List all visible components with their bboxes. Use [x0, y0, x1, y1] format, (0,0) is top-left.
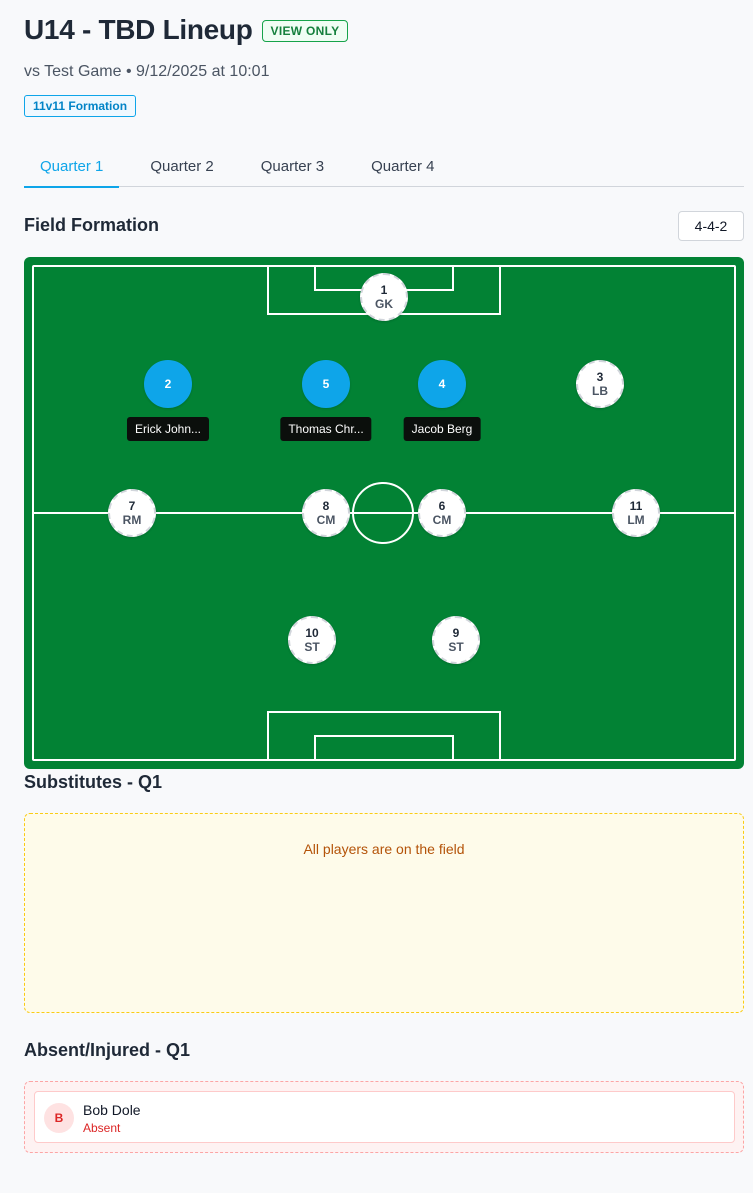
center-circle — [352, 482, 414, 544]
tab-quarter-3[interactable]: Quarter 3 — [245, 148, 340, 187]
absent-player-status: Absent — [83, 1121, 121, 1135]
player-name-tag: Thomas Chr... — [280, 417, 372, 441]
position-lm[interactable]: 11 LM — [612, 489, 660, 537]
bottom-goal-box — [314, 735, 454, 761]
tab-quarter-1[interactable]: Quarter 1 — [24, 148, 120, 188]
position-2-filled[interactable]: 2 — [144, 360, 192, 408]
position-number: 9 — [452, 626, 460, 640]
substitutes-title: Substitutes - Q1 — [24, 772, 163, 792]
position-label: GK — [375, 297, 393, 311]
absent-injured-list: B Bob Dole Absent — [24, 1081, 744, 1153]
position-label: ST — [304, 640, 320, 654]
absent-player-card[interactable]: B Bob Dole Absent — [34, 1091, 735, 1143]
formation-type-badge: 11v11 Formation — [24, 95, 137, 117]
position-st-9[interactable]: 9 ST — [432, 616, 480, 664]
substitutes-empty-message: All players are on the field — [303, 841, 465, 857]
position-number: 11 — [629, 499, 643, 513]
position-number: 8 — [322, 499, 330, 513]
position-4-filled[interactable]: 4 — [418, 360, 466, 408]
field-formation-title: Field Formation — [24, 215, 159, 235]
tab-quarter-2[interactable]: Quarter 2 — [134, 148, 229, 187]
formation-select[interactable]: 4-4-2 — [678, 211, 744, 241]
soccer-field: 1 GK 2 Erick John... 5 Thomas Chr... 4 J… — [24, 257, 744, 769]
position-label: ST — [448, 640, 464, 654]
position-label: CM — [316, 513, 336, 527]
title-row: U14 - TBD Lineup VIEW ONLY — [24, 14, 349, 46]
position-number: 10 — [305, 626, 319, 640]
position-number: 6 — [438, 499, 446, 513]
position-number: 7 — [128, 499, 136, 513]
position-number: 1 — [380, 283, 388, 297]
position-label: LB — [592, 384, 608, 398]
quarter-tabs: Quarter 1 Quarter 2 Quarter 3 Quarter 4 — [24, 148, 744, 188]
position-cm-6[interactable]: 6 CM — [418, 489, 466, 537]
position-st-10[interactable]: 10 ST — [288, 616, 336, 664]
view-only-badge: VIEW ONLY — [261, 20, 349, 42]
player-name-tag: Jacob Berg — [403, 417, 481, 441]
position-gk[interactable]: 1 GK — [360, 273, 408, 321]
page-title: U14 - TBD Lineup — [24, 14, 253, 45]
position-label: RM — [122, 513, 142, 527]
position-number: 5 — [322, 377, 330, 391]
position-5-filled[interactable]: 5 — [302, 360, 350, 408]
position-cm-8[interactable]: 8 CM — [302, 489, 350, 537]
position-rm[interactable]: 7 RM — [108, 489, 156, 537]
position-label: LM — [627, 513, 645, 527]
position-number: 3 — [596, 370, 604, 384]
position-lb[interactable]: 3 LB — [576, 360, 624, 408]
position-label: CM — [432, 513, 452, 527]
absent-injured-title: Absent/Injured - Q1 — [24, 1040, 191, 1060]
absent-player-name: Bob Dole — [83, 1102, 141, 1118]
position-number: 2 — [164, 377, 172, 391]
game-subtitle: vs Test Game • 9/12/2025 at 10:01 — [24, 63, 270, 80]
substitutes-dropzone: All players are on the field — [24, 813, 744, 1013]
position-number: 4 — [438, 377, 446, 391]
avatar: B — [44, 1103, 74, 1133]
player-name-tag: Erick John... — [126, 417, 210, 441]
tab-quarter-4[interactable]: Quarter 4 — [355, 148, 450, 187]
